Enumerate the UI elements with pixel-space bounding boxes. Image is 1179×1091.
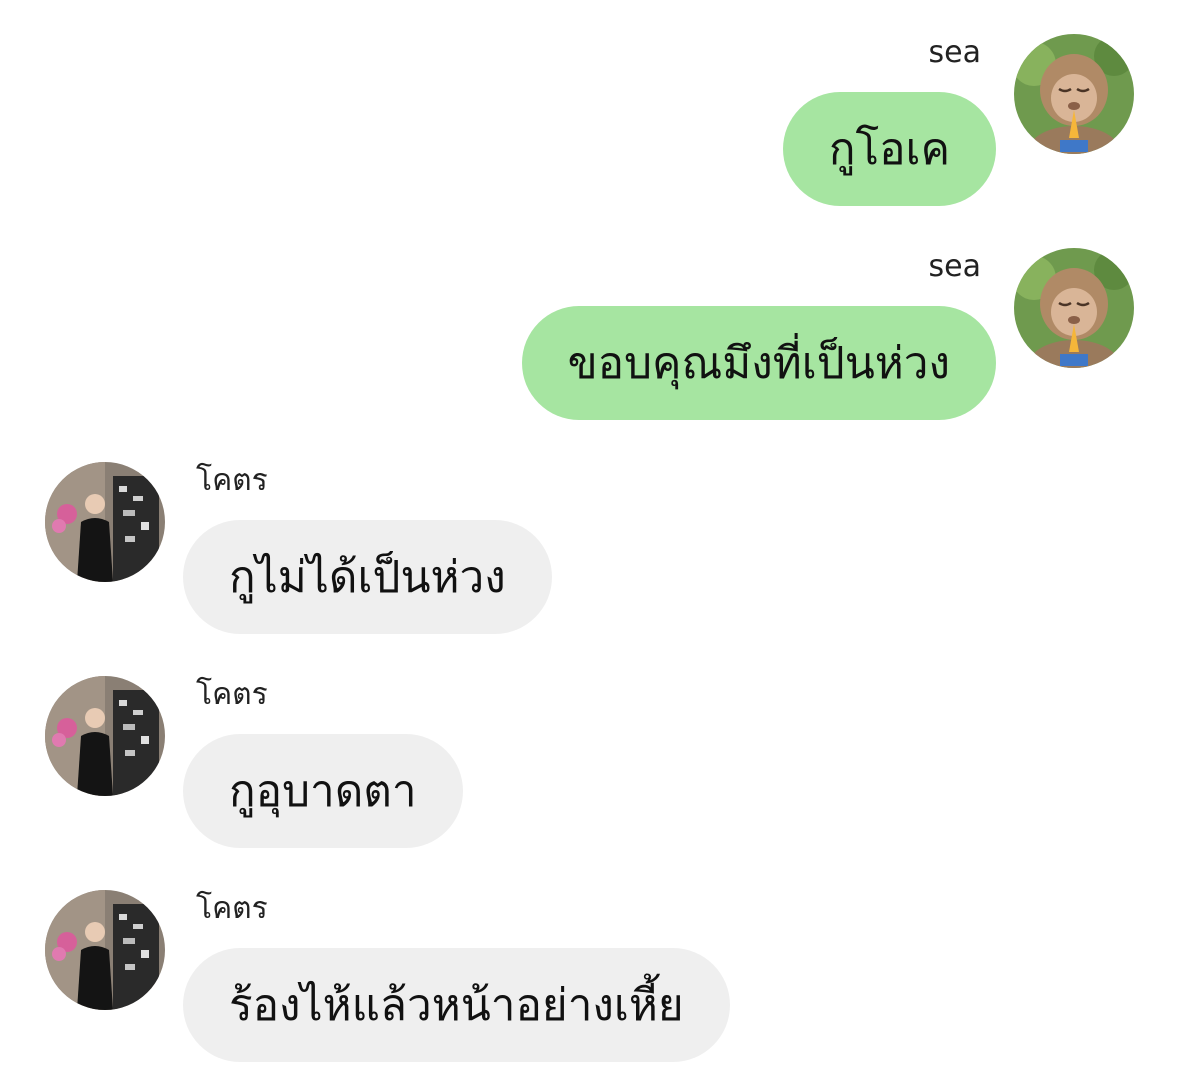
sender-name: โคตร xyxy=(196,891,268,926)
message-bubble[interactable]: ขอบคุณมึงที่เป็นห่วง xyxy=(521,306,996,420)
sender-name: โคตร xyxy=(196,677,268,712)
chat-message: โคตร กูอุบาดตา xyxy=(0,642,1179,856)
message-bubble[interactable]: กูโอเค xyxy=(782,92,996,206)
message-bubble[interactable]: กูอุบาดตา xyxy=(183,734,463,848)
sender-name: sea xyxy=(928,249,981,284)
person-avatar-icon[interactable] xyxy=(45,676,165,796)
message-bubble[interactable]: ร้องไห้แล้วหน้าอย่างเหี้ย xyxy=(183,948,730,1062)
chat-message: โคตร ร้องไห้แล้วหน้าอย่างเหี้ย xyxy=(0,856,1179,1070)
chat-message: sea กูโอเค xyxy=(0,0,1179,214)
monkey-avatar-icon[interactable] xyxy=(1014,34,1134,154)
sender-name: โคตร xyxy=(196,463,268,498)
person-avatar-icon[interactable] xyxy=(45,462,165,582)
chat-message: sea ขอบคุณมึงที่เป็นห่วง xyxy=(0,214,1179,428)
message-bubble[interactable]: กูไม่ได้เป็นห่วง xyxy=(183,520,552,634)
sender-name: sea xyxy=(928,35,981,70)
chat-message: โคตร กูไม่ได้เป็นห่วง xyxy=(0,428,1179,642)
person-avatar-icon[interactable] xyxy=(45,890,165,1010)
monkey-avatar-icon[interactable] xyxy=(1014,248,1134,368)
